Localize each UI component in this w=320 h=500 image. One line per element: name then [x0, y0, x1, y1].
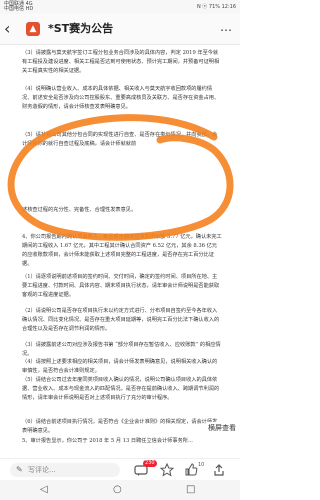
paragraph: （5）请补充公司其他分包合同的实现性进行自查、是否存在类似情况，并向我部、会计师…	[22, 132, 218, 147]
thumbs-up-icon	[185, 463, 198, 476]
comment-placeholder: 写评论...	[28, 466, 56, 474]
comment-input[interactable]: ✎ 写评论...	[10, 463, 120, 477]
bottom-action-bar: ✎ 写评论... 230 10	[0, 458, 240, 481]
paragraph: （4）说明确认营业收入、成本的具体依据、相关收入与莫天航宇收回款项的履约情况、前…	[22, 86, 220, 110]
top-nav: ‹ ▲ *ST赛为公告 …	[0, 14, 240, 45]
paragraph: （4）请按照上述要求相应的相关项目，请会计师发表明确意见，说明相关收入确认的审慎…	[22, 359, 218, 374]
paragraph: 4、你公司报告期内确认项目收入，截至报告期末应收款项余额 5.77 亿元，确认未…	[22, 234, 222, 267]
star-icon	[159, 462, 175, 477]
paragraph: （5）请结合公司过去年度同类项目收入确认的情况，说明公司确认项目收入的具体依据、…	[22, 377, 220, 401]
share-icon	[214, 464, 224, 476]
paragraph: 述核查过程的充分性、完备性、合理性发表意见。	[22, 207, 137, 213]
paragraph: （6）请结合前述项目执行情况，是否符合《企业会计准则》的相关规定，请会计师发表明…	[22, 419, 218, 434]
paragraph: （2）请说明公司是否存在项目执行未以约定方式进行、分布项目自签约至今各年收入确认…	[22, 308, 220, 332]
more-options-icon[interactable]: …	[220, 20, 232, 34]
document-body[interactable]: （3）请披露与莫天航宇签订工程分包业务合同涉及的具体内容，判定 2019 年至今…	[0, 45, 240, 458]
comments-button[interactable]: 230	[134, 460, 157, 478]
carrier-2: 中国电信 HD	[4, 6, 34, 12]
status-right: N ⓔ 71% 12:16	[196, 4, 236, 10]
system-back-icon[interactable]: ◁	[40, 484, 48, 496]
paragraph: （1）请逐项说明前述项目的签约时间、交付时间，确定的签约时间、项目所在地、主要工…	[22, 274, 220, 298]
like-count: 10	[198, 462, 205, 468]
page-title: *ST赛为公告	[48, 22, 114, 35]
status-bar: 中国联通 4G 中国电信 HD N ⓔ 71% 12:16	[0, 0, 240, 14]
comment-count-badge: 230	[143, 460, 157, 467]
paragraph: （3）请披露前述公司对应涉及报告书第 “部分项目存在暂估收入、应收账款” 的相应…	[22, 342, 221, 357]
like-button[interactable]: 10	[184, 462, 204, 478]
pencil-icon: ✎	[16, 465, 23, 474]
system-nav-bar: ◁ ○ □	[0, 480, 240, 500]
system-recents-icon[interactable]: □	[186, 484, 195, 496]
app-logo-icon: ▲	[26, 22, 40, 36]
landscape-view-button[interactable]: 横屏查看	[206, 422, 238, 434]
back-arrow-icon[interactable]: ‹	[4, 20, 10, 38]
paragraph: （3）请披露与莫天航宇签订工程分包业务合同涉及的具体内容，判定 2019 年至今…	[22, 50, 220, 74]
carrier-info: 中国联通 4G 中国电信 HD	[4, 2, 33, 12]
paragraph: 5、审计报告显示，你公司于 2018 年 5 月 13 日聘任立信会计师事务所.…	[22, 438, 193, 444]
favorite-button[interactable]	[159, 462, 180, 478]
system-home-icon[interactable]: ○	[113, 484, 122, 496]
share-button[interactable]	[212, 462, 232, 478]
